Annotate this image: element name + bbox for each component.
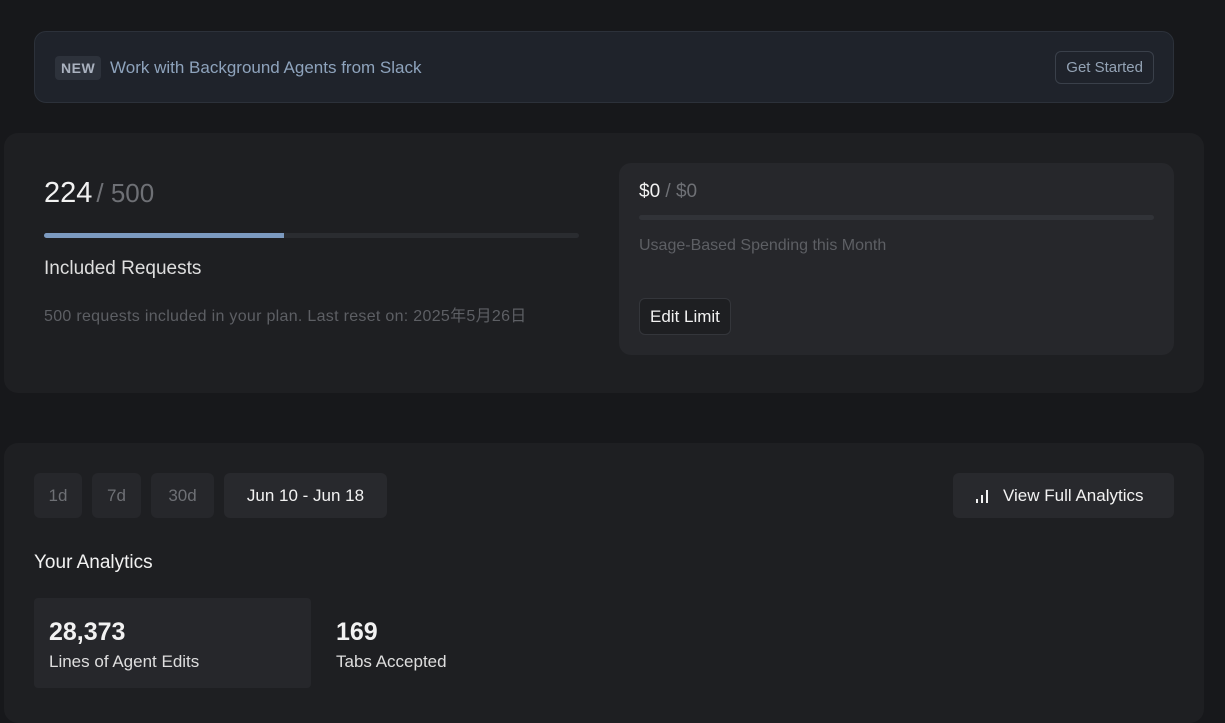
stat-label: Lines of Agent Edits — [49, 652, 200, 671]
requests-progress-fill — [44, 233, 284, 238]
range-1d-button[interactable]: 1d — [34, 473, 82, 518]
requests-count: 224/ 500 — [44, 177, 154, 210]
spending-current: $0 — [639, 181, 661, 202]
stat-agent-edits: 28,373 Lines of Agent Edits — [34, 598, 311, 688]
view-full-analytics-button[interactable]: View Full Analytics — [953, 473, 1174, 518]
spending-progress-bar — [639, 215, 1154, 220]
new-badge: NEW — [55, 56, 102, 80]
spending-limit: / $0 — [660, 181, 698, 202]
get-started-button[interactable]: Get Started — [1055, 51, 1154, 84]
stat-label: Tabs Accepted — [336, 652, 447, 671]
spending-amount: $0 / $0 — [639, 181, 697, 203]
requests-progress-bar — [44, 233, 579, 238]
bar-chart-icon — [976, 490, 988, 503]
range-7d-button[interactable]: 7d — [92, 473, 141, 518]
range-custom-button[interactable]: Jun 10 - Jun 18 — [224, 473, 387, 518]
requests-total: / 500 — [96, 178, 155, 208]
spending-label: Usage-Based Spending this Month — [639, 237, 887, 254]
announcement-banner: NEW Work with Background Agents from Sla… — [34, 31, 1174, 103]
analytics-title: Your Analytics — [34, 552, 153, 573]
stat-tabs-accepted: 169 Tabs Accepted — [321, 598, 598, 688]
spending-card: $0 / $0 Usage-Based Spending this Month … — [619, 163, 1174, 355]
view-full-analytics-label: View Full Analytics — [1003, 486, 1144, 505]
banner-text[interactable]: Work with Background Agents from Slack — [110, 58, 422, 78]
stat-value: 169 — [336, 618, 378, 646]
requests-description: 500 requests included in your plan. Last… — [44, 308, 527, 325]
range-30d-button[interactable]: 30d — [151, 473, 214, 518]
included-requests-label: Included Requests — [44, 258, 202, 279]
stat-value: 28,373 — [49, 618, 126, 646]
usage-card: 224/ 500 Included Requests 500 requests … — [4, 133, 1204, 393]
edit-limit-button[interactable]: Edit Limit — [639, 298, 731, 335]
analytics-card: 1d 7d 30d Jun 10 - Jun 18 View Full Anal… — [4, 443, 1204, 723]
requests-used: 224 — [44, 177, 93, 209]
